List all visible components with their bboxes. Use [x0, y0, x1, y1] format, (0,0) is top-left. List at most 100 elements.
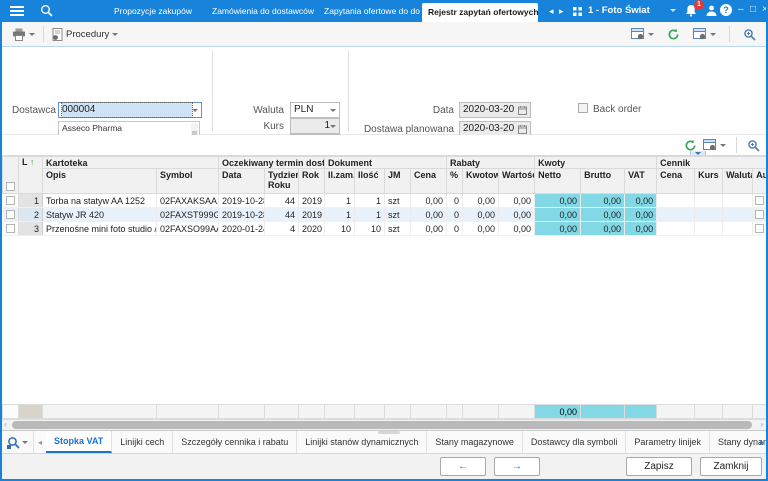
- table-row[interactable]: 1 Torba na statyw AA 1252 02FAXAKSAA125 …: [2, 193, 766, 208]
- kurs-value: 1: [324, 120, 330, 131]
- col-opis[interactable]: Opis: [42, 168, 157, 194]
- col-group-lp[interactable]: L: [22, 158, 27, 168]
- splitter-grip[interactable]: [378, 431, 400, 434]
- select-all-checkbox[interactable]: [6, 182, 15, 191]
- help-icon[interactable]: ?: [720, 4, 732, 16]
- tab-stany-magazynowe[interactable]: Stany magazynowe: [427, 431, 523, 453]
- menu-icon[interactable]: [10, 6, 24, 16]
- scroll-right-icon[interactable]: ›: [760, 420, 763, 429]
- tab-stany-dynamiczne[interactable]: Stany dynamiczne: [710, 431, 766, 453]
- col-data[interactable]: Data: [218, 168, 266, 194]
- row-checkbox[interactable]: [5, 196, 15, 205]
- address-line: Asseco Pharma: [62, 123, 122, 133]
- refresh-button[interactable]: [663, 26, 684, 43]
- table-row[interactable]: 3 Przenośne mini foto studio /czarny 02F…: [2, 221, 766, 236]
- maximize-button[interactable]: □: [750, 4, 756, 15]
- grid-zoom-button[interactable]: [747, 139, 760, 152]
- col-cennik-cena[interactable]: Cena: [656, 168, 696, 194]
- close-button[interactable]: ×: [762, 4, 766, 15]
- save-button[interactable]: Zapisz: [626, 457, 692, 476]
- calendar-icon[interactable]: [518, 124, 527, 134]
- grid-settings-button-1[interactable]: [627, 26, 658, 42]
- back-order-checkbox[interactable]: [578, 103, 588, 113]
- detail-tabs-back-icon[interactable]: ◂: [34, 431, 46, 453]
- grid-settings-chevron-down-icon2[interactable]: [710, 32, 716, 39]
- grid-columns-button[interactable]: [703, 139, 726, 151]
- minimize-button[interactable]: –: [738, 4, 744, 15]
- col-cennik-waluta[interactable]: Waluta: [722, 168, 754, 194]
- tab-scroll-left-icon[interactable]: ◂: [549, 6, 554, 17]
- calendar-icon[interactable]: [518, 105, 527, 115]
- waluta-chevron-down-icon[interactable]: [330, 108, 336, 115]
- tab-dostawcy-dla-symboli[interactable]: Dostawcy dla symboli: [523, 431, 627, 453]
- kurs-chevron-down-icon[interactable]: [330, 124, 336, 131]
- auto-checkbox[interactable]: [755, 210, 765, 219]
- tab-zapytania-ofertowe[interactable]: Zapytania ofertowe do dostawców: [324, 6, 420, 16]
- col-group-termin[interactable]: Oczekiwany termin dostawy: [218, 156, 326, 169]
- tab-linijki-stanow[interactable]: Linijki stanów dynamicznych: [297, 431, 428, 453]
- auto-checkbox[interactable]: [755, 224, 765, 233]
- tab-propozycje-zakupow[interactable]: Propozycje zakupów: [114, 6, 192, 16]
- col-tydzien-roku[interactable]: Tydzień Roku: [264, 168, 300, 194]
- row-checkbox[interactable]: [5, 224, 15, 233]
- col-brutto[interactable]: Brutto: [580, 168, 626, 194]
- table-row[interactable]: 2 Statyw JR 420 02FAXST999GIOT 2019-10-2…: [2, 207, 766, 222]
- waluta-value: PLN: [294, 104, 314, 115]
- col-kwotowy[interactable]: Kwotowy: [462, 168, 500, 194]
- horizontal-scrollbar[interactable]: ‹ ›: [2, 419, 766, 430]
- next-record-button[interactable]: →: [494, 457, 540, 476]
- col-group-kartoteka[interactable]: Kartoteka: [41, 156, 220, 169]
- col-procent[interactable]: %: [446, 168, 464, 194]
- close-document-button[interactable]: Zamknij: [700, 457, 762, 476]
- col-group-rabaty[interactable]: Rabaty: [446, 156, 536, 169]
- grid-columns-chevron-down-icon[interactable]: [720, 143, 726, 150]
- expand-side-panel-icon[interactable]: ‹: [762, 171, 765, 181]
- waluta-select[interactable]: PLN: [290, 102, 340, 118]
- scroll-left-icon[interactable]: ‹: [4, 420, 7, 429]
- grid-toolbar-divider: [736, 137, 737, 153]
- col-wartosc[interactable]: Wartość: [498, 168, 536, 194]
- procedury-button[interactable]: Procedury: [48, 26, 122, 43]
- col-jm[interactable]: JM: [384, 168, 412, 194]
- col-symbol[interactable]: Symbol: [155, 168, 220, 194]
- tab-scroll-right-icon[interactable]: ▸: [559, 6, 564, 17]
- col-group-cennik[interactable]: Cennik: [656, 156, 766, 169]
- grid-settings-chevron-down-icon[interactable]: [648, 32, 654, 39]
- grid-refresh-button[interactable]: [684, 139, 697, 152]
- col-rok[interactable]: Rok: [298, 168, 326, 194]
- col-ilosc[interactable]: Ilość: [354, 168, 386, 194]
- summary-netto: 0,00: [534, 404, 581, 419]
- detail-tabs-forward-icon[interactable]: ▸: [760, 438, 764, 447]
- items-table: L ↑ Kartoteka Oczekiwany termin dostawy …: [2, 156, 766, 236]
- app-window: Propozycje zakupów Zamówienia do dostawc…: [0, 0, 768, 481]
- tab-szczegoly-cennika[interactable]: Szczegóły cennika i rabatu: [173, 431, 298, 453]
- row-checkbox[interactable]: [5, 210, 15, 219]
- dostawca-combobox[interactable]: 000004: [58, 102, 202, 118]
- tab-linijki-cech[interactable]: Linijki cech: [112, 431, 174, 453]
- auto-checkbox[interactable]: [755, 196, 765, 205]
- col-group-kwoty[interactable]: Kwoty: [534, 156, 658, 169]
- procedury-chevron-down-icon[interactable]: [112, 32, 119, 39]
- col-group-dokument[interactable]: Dokument: [324, 156, 448, 169]
- tab-rejestr-zapytan-active[interactable]: Rejestr zapytań ofertowych do dos: [422, 3, 538, 22]
- previous-record-button[interactable]: ←: [440, 457, 486, 476]
- col-vat[interactable]: VAT: [624, 168, 658, 194]
- kurs-select[interactable]: 1: [290, 118, 340, 134]
- zoom-search-button[interactable]: [739, 26, 760, 43]
- detail-search-chevron-down-icon[interactable]: [22, 440, 28, 447]
- col-cennik-kurs[interactable]: Kurs: [694, 168, 724, 194]
- print-chevron-down-icon[interactable]: [29, 32, 35, 39]
- scrollbar-thumb[interactable]: [12, 421, 752, 429]
- tab-zamowienia-do-dostawcow[interactable]: Zamówienia do dostawców: [212, 6, 314, 16]
- grid-settings-button-2[interactable]: [689, 26, 720, 42]
- tab-stopka-vat[interactable]: Stopka VAT: [46, 431, 113, 453]
- tab-parametry-linijek[interactable]: Parametry linijek: [626, 431, 710, 453]
- col-ilzam[interactable]: Il.zam.: [324, 168, 356, 194]
- print-button[interactable]: [8, 26, 39, 43]
- dostawca-chevron-down-icon[interactable]: [192, 108, 198, 115]
- col-netto[interactable]: Netto: [534, 168, 582, 194]
- detail-search-icon[interactable]: [2, 431, 34, 453]
- col-cena[interactable]: Cena: [410, 168, 448, 194]
- data-field[interactable]: 2020-03-20: [459, 102, 531, 118]
- workspace-chevron-down-icon[interactable]: [670, 9, 676, 15]
